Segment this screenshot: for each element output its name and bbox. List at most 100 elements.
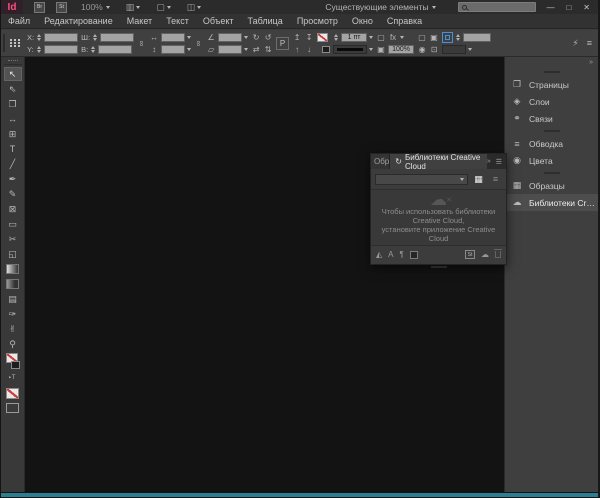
reference-point-proxy[interactable] <box>10 39 21 47</box>
dock-group-grip[interactable] <box>544 130 560 132</box>
chevron-down-icon[interactable] <box>369 36 373 39</box>
rectangle-tool[interactable]: ▭ <box>4 217 22 231</box>
rotate-cw-button[interactable]: ↻ <box>251 33 261 42</box>
y-stepper[interactable] <box>36 44 42 54</box>
gap-tool[interactable]: ↔ <box>4 112 22 126</box>
menu-item-таблица[interactable]: Таблица <box>241 16 290 26</box>
constrain-scale-chain-icon[interactable]: ∞ <box>194 39 203 48</box>
chevron-down-icon[interactable] <box>369 48 373 51</box>
align-bottom-button[interactable]: ↧ <box>304 33 314 42</box>
gradient-feather-tool[interactable] <box>4 277 22 291</box>
frame-fitting-field[interactable] <box>463 33 491 42</box>
color-swatch-icon[interactable] <box>410 251 418 259</box>
wrap-jump-button[interactable]: ⊡ <box>429 45 439 54</box>
apply-none-swatch[interactable] <box>4 386 22 400</box>
delete-icon[interactable] <box>495 251 501 258</box>
rotation-angle-field[interactable] <box>218 33 242 42</box>
width-field[interactable] <box>100 33 134 42</box>
wrap-shape-button[interactable]: ◉ <box>417 45 427 54</box>
eyedropper-tool[interactable]: ✑ <box>4 307 22 321</box>
menu-item-текст[interactable]: Текст <box>159 16 196 26</box>
distribute-down-button[interactable]: ↓ <box>304 45 314 54</box>
chevron-down-icon[interactable] <box>400 36 404 39</box>
chevron-down-icon[interactable] <box>244 36 248 39</box>
flip-vertical-button[interactable]: ⇅ <box>263 45 273 54</box>
effects-button[interactable]: fx <box>388 33 398 42</box>
view-options-dropdown[interactable]: ▥ <box>126 2 141 13</box>
frame-fitting-stepper[interactable] <box>455 32 461 42</box>
workspace-switcher[interactable]: Существующие элементы <box>325 2 436 12</box>
menu-item-справка[interactable]: Справка <box>380 16 429 26</box>
menu-item-файл[interactable]: Файл <box>1 16 37 26</box>
dock-item-слои[interactable]: ◈Слои <box>505 93 598 110</box>
align-top-button[interactable]: ↥ <box>292 33 302 42</box>
panel-resize-grip[interactable] <box>431 266 447 268</box>
dock-item-образцы[interactable]: ▦Образцы <box>505 177 598 194</box>
document-canvas[interactable] <box>25 57 504 492</box>
grid-view-button[interactable]: ▦ <box>472 173 485 186</box>
stock-icon[interactable]: St <box>56 2 67 13</box>
selection-tool[interactable]: ↖ <box>4 67 22 81</box>
formatting-toggles[interactable]: ▪T <box>4 371 22 385</box>
scale-x-field[interactable] <box>161 33 185 42</box>
y-field[interactable] <box>44 45 78 54</box>
tools-panel-grip[interactable] <box>8 60 18 62</box>
flip-horizontal-button[interactable]: ⇄ <box>251 45 261 54</box>
stroke-weight-stepper[interactable] <box>333 32 339 42</box>
tab-cc-libraries[interactable]: ↻ Библиотеки Creative Cloud <box>390 154 487 169</box>
library-select-dropdown[interactable] <box>375 174 468 185</box>
chevron-down-icon[interactable] <box>187 48 191 51</box>
width-stepper[interactable] <box>92 32 98 42</box>
expand-panel-chevrons-icon[interactable]: » <box>487 158 491 165</box>
dock-item-обводка[interactable]: ≡Обводка <box>505 135 598 152</box>
height-stepper[interactable] <box>90 44 96 54</box>
maximize-button[interactable]: □ <box>566 3 571 12</box>
page-tool[interactable]: ❐ <box>4 97 22 111</box>
screen-mode-dropdown[interactable]: ▢ <box>156 2 171 13</box>
x-field[interactable] <box>44 33 78 42</box>
stroke-weight-field[interactable]: 1 пт <box>341 33 367 42</box>
type-tool[interactable]: T <box>4 142 22 156</box>
free-transform-tool[interactable]: ◱ <box>4 247 22 261</box>
chevron-down-icon[interactable] <box>244 48 248 51</box>
panel-grip[interactable] <box>3 34 5 52</box>
share-library-icon[interactable]: ☁ <box>481 250 489 259</box>
frame-tool[interactable]: ⊠ <box>4 202 22 216</box>
hand-tool[interactable]: ✌ <box>4 322 22 336</box>
minimize-button[interactable]: — <box>546 3 554 12</box>
add-graphic-icon[interactable]: ◭ <box>376 250 382 259</box>
arrange-documents-dropdown[interactable]: ◫ <box>187 2 202 13</box>
dock-group-grip[interactable] <box>544 71 560 73</box>
dock-item-страницы[interactable]: ❐Страницы <box>505 76 598 93</box>
wrap-none-button[interactable]: ▣ <box>429 33 439 42</box>
fill-stroke-swatches[interactable] <box>4 352 22 370</box>
select-container-button[interactable]: P <box>276 37 289 50</box>
scissors-tool[interactable]: ✂ <box>4 232 22 246</box>
menu-item-объект[interactable]: Объект <box>196 16 241 26</box>
shear-angle-field[interactable] <box>218 45 242 54</box>
dock-item-библиотеки-creative-[interactable]: ☁Библиотеки Creative ... <box>505 194 598 211</box>
frame-fitting-icon[interactable] <box>442 32 453 43</box>
x-stepper[interactable] <box>36 32 42 42</box>
fitting-options-dropdown[interactable] <box>442 45 466 54</box>
menu-item-просмотр[interactable]: Просмотр <box>290 16 345 26</box>
quick-apply-icon[interactable]: ⚡ <box>572 38 578 49</box>
dock-item-цвета[interactable]: ◉Цвета <box>505 152 598 169</box>
dock-item-связи[interactable]: ⚭Связи <box>505 110 598 127</box>
opacity-field[interactable]: 100% <box>388 45 414 54</box>
menu-item-окно[interactable]: Окно <box>345 16 380 26</box>
list-view-button[interactable]: ≡ <box>489 173 502 186</box>
dock-group-grip[interactable] <box>544 172 560 174</box>
height-field[interactable] <box>98 45 132 54</box>
adobe-stock-icon[interactable]: St <box>465 250 475 259</box>
menu-item-редактирование[interactable]: Редактирование <box>37 16 120 26</box>
zoom-level-dropdown[interactable]: 100% <box>81 2 110 12</box>
distribute-up-button[interactable]: ↑ <box>292 45 302 54</box>
stroke-type-dropdown[interactable] <box>333 45 367 54</box>
pen-tool[interactable]: ✒ <box>4 172 22 186</box>
chevron-down-icon[interactable] <box>468 48 472 51</box>
bridge-icon[interactable]: Br <box>34 2 45 13</box>
control-panel-menu-icon[interactable]: ≡ <box>587 38 592 48</box>
menu-item-макет[interactable]: Макет <box>120 16 159 26</box>
gradient-tool[interactable] <box>4 262 22 276</box>
